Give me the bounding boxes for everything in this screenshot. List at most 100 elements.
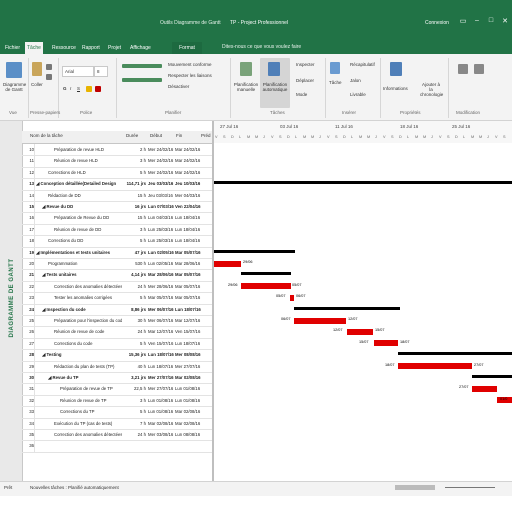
task-name-cell[interactable]: Corrections de HLD bbox=[48, 167, 122, 178]
task-name-cell[interactable]: Corrections du TP bbox=[60, 406, 122, 417]
task-name-cell[interactable]: ◢ Implémentations et tests unitaires bbox=[36, 247, 122, 258]
finish-cell[interactable]: Mar 28/06/16 bbox=[175, 258, 209, 269]
duration-cell[interactable]: 24 h bbox=[124, 326, 146, 337]
row-id[interactable]: 33 bbox=[22, 406, 35, 418]
task-name-cell[interactable]: Corrections du DD bbox=[48, 235, 122, 246]
start-cell[interactable]: Mer 24/02/16 bbox=[148, 167, 174, 178]
schedule-option-2[interactable]: Respecter les liaisons bbox=[168, 73, 212, 78]
split-divider[interactable] bbox=[212, 121, 214, 481]
start-cell[interactable]: Mar 28/06/16 bbox=[148, 269, 174, 280]
task-name-cell[interactable]: Correction des anomalies détectées bbox=[54, 429, 122, 440]
row-id[interactable]: 25 bbox=[22, 315, 35, 327]
scroll-to-task-icon[interactable] bbox=[458, 64, 468, 74]
start-cell[interactable]: Lun 25/03/16 bbox=[148, 235, 174, 246]
underline-button[interactable]: S bbox=[77, 86, 80, 91]
task-name-cell[interactable]: Exécution du TP (cas de tests) bbox=[54, 418, 122, 429]
finish-cell[interactable]: Lun 18/04/16 bbox=[175, 212, 209, 223]
close-icon[interactable]: ✕ bbox=[498, 17, 512, 25]
summary-bar[interactable] bbox=[241, 272, 291, 276]
finish-cell[interactable]: Mar 12/07/16 bbox=[175, 315, 209, 326]
summary-bar[interactable] bbox=[213, 249, 295, 253]
finish-cell[interactable]: Mar 24/02/16 bbox=[175, 167, 209, 178]
finish-cell[interactable]: Mar 24/02/16 bbox=[175, 144, 209, 155]
row-id[interactable]: 31 bbox=[22, 383, 35, 395]
row-id[interactable]: 30 bbox=[22, 372, 35, 384]
duration-cell[interactable]: 47 jrs bbox=[124, 247, 146, 258]
duration-cell[interactable]: 40 h bbox=[124, 361, 146, 372]
row-id[interactable]: 27 bbox=[22, 337, 35, 350]
start-cell[interactable]: Mar 05/07/16 bbox=[148, 292, 174, 303]
finish-cell[interactable]: Ven 15/07/16 bbox=[175, 326, 209, 337]
task-bar[interactable] bbox=[347, 328, 373, 335]
finish-cell[interactable]: Mar 05/07/16 bbox=[175, 292, 209, 303]
start-cell[interactable]: Mer 28/06/16 bbox=[148, 281, 174, 292]
finish-cell[interactable]: Lun 08/08/16 bbox=[175, 429, 209, 440]
row-id[interactable]: 32 bbox=[22, 394, 35, 407]
summary-bar[interactable] bbox=[213, 181, 512, 185]
row-id[interactable]: 20 bbox=[22, 258, 35, 270]
row-id[interactable]: 22 bbox=[22, 280, 35, 293]
task-name-cell[interactable]: Rédaction du plan de tests (TP) bbox=[54, 361, 122, 372]
finish-cell[interactable]: Ven 22/04/16 bbox=[175, 201, 209, 212]
start-cell[interactable]: Lun 02/05/16 bbox=[148, 258, 174, 269]
duration-cell[interactable]: 114,71 jrs bbox=[124, 178, 146, 189]
sign-in-link[interactable]: Connexion bbox=[425, 20, 449, 26]
row-id[interactable]: 15 bbox=[22, 201, 35, 213]
row-id[interactable]: 36 bbox=[22, 440, 35, 452]
schedule-option-1[interactable]: Mouvement conforme bbox=[168, 62, 212, 67]
task-bar[interactable] bbox=[374, 340, 398, 347]
duration-cell[interactable]: 15,36 jrs bbox=[124, 349, 146, 360]
row-id[interactable]: 18 bbox=[22, 235, 35, 247]
duration-cell[interactable]: 8,86 jrs bbox=[124, 304, 146, 315]
finish-cell[interactable]: Lun 01/08/16 bbox=[175, 395, 209, 406]
row-id[interactable]: 10 bbox=[22, 144, 35, 156]
column-header-duration[interactable]: Durée bbox=[126, 133, 138, 138]
milestone-button[interactable]: Jalon bbox=[350, 78, 361, 83]
row-id[interactable]: 14 bbox=[22, 189, 35, 201]
duration-cell[interactable]: 3 h bbox=[124, 395, 146, 406]
duration-cell[interactable]: 24 h bbox=[124, 281, 146, 292]
start-cell[interactable]: Lun 01/08/16 bbox=[148, 406, 174, 417]
tell-me-search[interactable]: Dites-nous ce que vous voulez faire bbox=[222, 44, 301, 50]
row-id[interactable]: 16 bbox=[22, 212, 35, 224]
insert-task-button[interactable]: Tâche bbox=[329, 80, 342, 85]
finish-cell[interactable]: Lun 18/07/16 bbox=[175, 338, 209, 349]
duration-cell[interactable]: 3,21 jrs bbox=[124, 372, 146, 383]
start-cell[interactable]: Mer 27/07/16 bbox=[148, 383, 174, 394]
tab-rapport[interactable]: Rapport bbox=[80, 42, 102, 54]
duration-cell[interactable]: 15 h bbox=[124, 212, 146, 223]
mode-button[interactable]: Mode bbox=[296, 92, 307, 97]
start-cell[interactable]: Mer 03/08/16 bbox=[148, 429, 174, 440]
task-name-cell[interactable] bbox=[36, 440, 122, 451]
column-header-predecessors[interactable]: Préd bbox=[201, 133, 211, 138]
summary-bar[interactable] bbox=[472, 375, 512, 378]
task-name-cell[interactable]: Préparation pour l'inspection du code bbox=[54, 315, 122, 326]
duration-cell[interactable]: 530 h bbox=[124, 258, 146, 269]
duration-cell[interactable]: 7 h bbox=[124, 418, 146, 429]
row-id[interactable]: 24 bbox=[22, 303, 35, 315]
ribbon-display-icon[interactable]: ▭ bbox=[456, 17, 470, 25]
summary-button[interactable]: Récapitulatif bbox=[350, 62, 375, 67]
start-cell[interactable]: Mar 02/08/16 bbox=[148, 418, 174, 429]
italic-button[interactable]: I bbox=[70, 86, 71, 91]
duration-cell[interactable]: 5 h bbox=[124, 235, 146, 246]
start-cell[interactable]: Lun 18/07/16 bbox=[148, 361, 174, 372]
start-cell[interactable]: Mer 24/02/16 bbox=[148, 155, 174, 166]
table-row[interactable]: 36 bbox=[22, 440, 212, 453]
task-name-cell[interactable]: Tester les anomalies corrigées bbox=[54, 292, 122, 303]
maximize-icon[interactable]: □ bbox=[484, 17, 498, 24]
row-id[interactable]: 35 bbox=[22, 429, 35, 441]
duration-cell[interactable]: 5 h bbox=[124, 406, 146, 417]
column-header-start[interactable]: Début bbox=[150, 133, 162, 138]
manual-schedule-button[interactable]: Planification manuelle bbox=[233, 82, 259, 92]
finish-cell[interactable]: Mar 24/02/16 bbox=[175, 155, 209, 166]
finish-cell[interactable]: Mar 05/07/16 bbox=[175, 269, 209, 280]
finish-cell[interactable]: Lun 18/04/16 bbox=[175, 224, 209, 235]
row-id[interactable]: 11 bbox=[22, 155, 35, 167]
tab-tache[interactable]: Tâche bbox=[25, 42, 43, 54]
start-cell[interactable]: Mer 06/07/16 bbox=[148, 315, 174, 326]
task-name-cell[interactable]: ◢ Tests unitaires bbox=[42, 269, 122, 280]
deliverable-button[interactable]: Livrable bbox=[350, 92, 366, 97]
finish-cell[interactable]: Lun 18/07/16 bbox=[175, 304, 209, 315]
task-name-cell[interactable]: Réunion de revue HLD bbox=[54, 155, 122, 166]
